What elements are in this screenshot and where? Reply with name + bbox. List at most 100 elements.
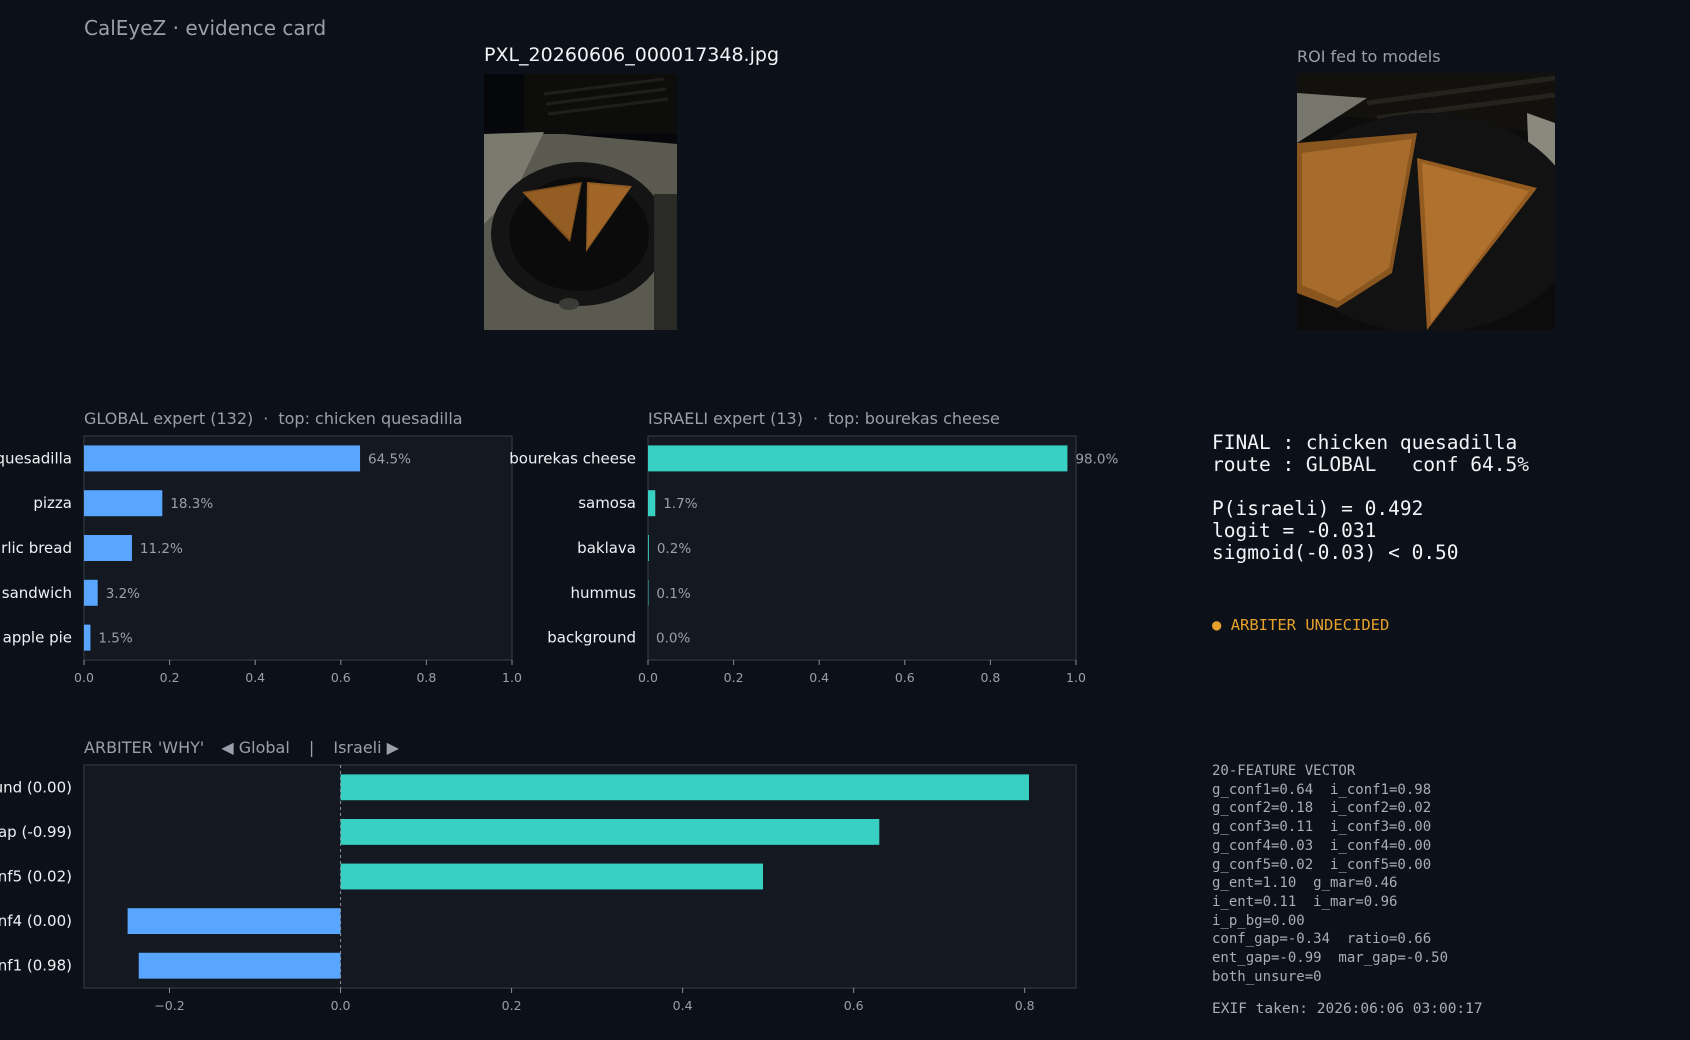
x-tick-label: −0.2 — [154, 998, 184, 1013]
bar — [340, 863, 764, 890]
food-photo[interactable] — [484, 74, 677, 330]
israeli-expert-name: ISRAELI expert (13) — [648, 409, 803, 428]
feature-line: both_unsure=0 — [1212, 968, 1322, 985]
feature-line: g_conf3=0.11 i_conf3=0.00 — [1212, 819, 1432, 836]
app-title: CalEyeZ · evidence card — [84, 16, 327, 40]
arbiter-global-direction: ◀ Global — [221, 738, 290, 757]
value-label: 64.5% — [368, 451, 411, 467]
category-label: ound (0.00) — [0, 778, 72, 796]
category-label: onf4 (0.00) — [0, 912, 72, 930]
bar — [340, 774, 1029, 801]
x-tick-label: 1.0 — [1066, 670, 1086, 685]
feature-line: i_ent=0.11 i_mar=0.96 — [1212, 893, 1398, 910]
category-label: sandwich — [2, 584, 72, 602]
x-tick-label: 0.2 — [724, 670, 744, 685]
x-tick-label: 0.2 — [160, 670, 180, 685]
feature-vector: 20-FEATURE VECTOR g_conf1=0.64 i_conf1=0.… — [1212, 762, 1448, 986]
bar — [84, 490, 163, 517]
bar — [340, 818, 880, 845]
category-label: bourekas cheese — [509, 449, 636, 467]
category-label: pizza — [33, 494, 72, 512]
category-label: arlic bread — [0, 539, 72, 557]
logit-label: logit = -0.031 — [1212, 519, 1377, 542]
feature-line: g_conf2=0.18 i_conf2=0.02 — [1212, 800, 1432, 817]
feature-line: i_p_bg=0.00 — [1212, 912, 1305, 929]
x-tick-label: 0.6 — [895, 670, 915, 685]
title-separator: · — [812, 409, 819, 428]
value-label: 1.5% — [98, 631, 132, 647]
x-tick-label: 1.0 — [502, 670, 522, 685]
value-label: 3.2% — [106, 586, 140, 602]
plot-area — [83, 435, 513, 661]
bar — [84, 579, 98, 606]
x-tick-label: 0.6 — [844, 998, 864, 1013]
title-separator: · — [263, 409, 269, 428]
bar — [648, 445, 1068, 472]
arbiter-israeli-direction: Israeli ▶ — [333, 738, 399, 757]
arbiter-direction-divider: | — [308, 738, 315, 757]
p-israeli-label: P(israeli) = 0.492 — [1212, 497, 1424, 520]
bar — [84, 535, 132, 561]
route-label: route : GLOBAL conf 64.5% — [1212, 453, 1529, 476]
roi-title: ROI fed to models — [1297, 47, 1441, 66]
value-label: 18.3% — [170, 496, 213, 512]
x-tick-label: 0.6 — [331, 670, 351, 685]
arbiter-title: ARBITER 'WHY' — [84, 738, 205, 757]
x-tick-label: 0.0 — [74, 670, 94, 685]
x-tick-label: 0.2 — [502, 998, 522, 1013]
category-label: baklava — [577, 539, 636, 557]
bar — [138, 952, 341, 979]
final-label: FINAL : chicken quesadilla — [1212, 431, 1518, 454]
food-photo-image — [484, 74, 677, 330]
x-tick-label: 0.0 — [331, 998, 351, 1013]
value-label: 11.2% — [140, 541, 183, 557]
arbiter-panel-title: ARBITER 'WHY' ◀ Global | Israeli ▶ — [84, 738, 399, 757]
final-decision-block: FINAL : chicken quesadilla route : GLOBAL… — [1212, 432, 1529, 564]
value-label: 0.1% — [656, 586, 690, 602]
feature-vector-header: 20-FEATURE VECTOR — [1212, 763, 1356, 779]
photo-filename: PXL_20260606_000017348.jpg — [484, 44, 780, 66]
value-label: 0.2% — [657, 541, 691, 557]
roi-image-graphic — [1297, 73, 1555, 330]
value-label: 98.0% — [1075, 451, 1118, 467]
category-label: apple pie — [3, 629, 72, 647]
bar — [84, 624, 91, 651]
plot-area — [83, 764, 1077, 989]
plot-area — [647, 435, 1077, 661]
value-label: 0.0% — [656, 631, 690, 647]
category-label: hummus — [570, 584, 636, 602]
x-tick-label: 0.8 — [980, 670, 1000, 685]
global-top-label: top: chicken quesadilla — [278, 409, 463, 428]
category-label: onf5 (0.02) — [0, 868, 72, 886]
global-panel-title: GLOBAL expert (132) · top: chicken quesadi… — [84, 409, 463, 428]
category-label: background — [547, 629, 636, 647]
bar — [127, 908, 341, 935]
category-label: onf1 (0.98) — [0, 957, 72, 975]
bar — [648, 535, 649, 561]
bar — [648, 490, 656, 517]
x-tick-label: 0.4 — [809, 670, 829, 685]
status-dot-icon: ● — [1212, 616, 1222, 634]
bar — [84, 445, 361, 472]
sigmoid-label: sigmoid(-0.03) < 0.50 — [1212, 541, 1459, 564]
category-label: gap (-0.99) — [0, 823, 72, 841]
x-tick-label: 0.8 — [1015, 998, 1035, 1013]
israeli-panel-title: ISRAELI expert (13) · top: bourekas cheese — [648, 409, 1000, 428]
category-label: quesadilla — [0, 449, 72, 467]
arbiter-status: ● ARBITER UNDECIDED — [1212, 616, 1389, 634]
feature-line: g_conf4=0.03 i_conf4=0.00 — [1212, 837, 1432, 854]
arbiter-status-label: ARBITER UNDECIDED — [1230, 616, 1390, 634]
feature-line: g_conf5=0.02 i_conf5=0.00 — [1212, 856, 1432, 873]
x-tick-label: 0.4 — [673, 998, 693, 1013]
feature-line: ent_gap=-0.99 mar_gap=-0.50 — [1212, 950, 1449, 967]
global-expert-name: GLOBAL expert (132) — [84, 409, 254, 428]
exif-timestamp: EXIF taken: 2026:06:06 03:00:17 — [1212, 1001, 1483, 1017]
x-tick-label: 0.8 — [416, 670, 436, 685]
value-label: 1.7% — [663, 496, 697, 512]
roi-image[interactable] — [1297, 73, 1555, 330]
x-tick-label: 0.4 — [245, 670, 265, 685]
x-tick-label: 0.0 — [638, 670, 658, 685]
israeli-top-label: top: bourekas cheese — [828, 409, 1000, 428]
feature-line: conf_gap=-0.34 ratio=0.66 — [1212, 931, 1432, 948]
category-label: samosa — [578, 494, 636, 512]
